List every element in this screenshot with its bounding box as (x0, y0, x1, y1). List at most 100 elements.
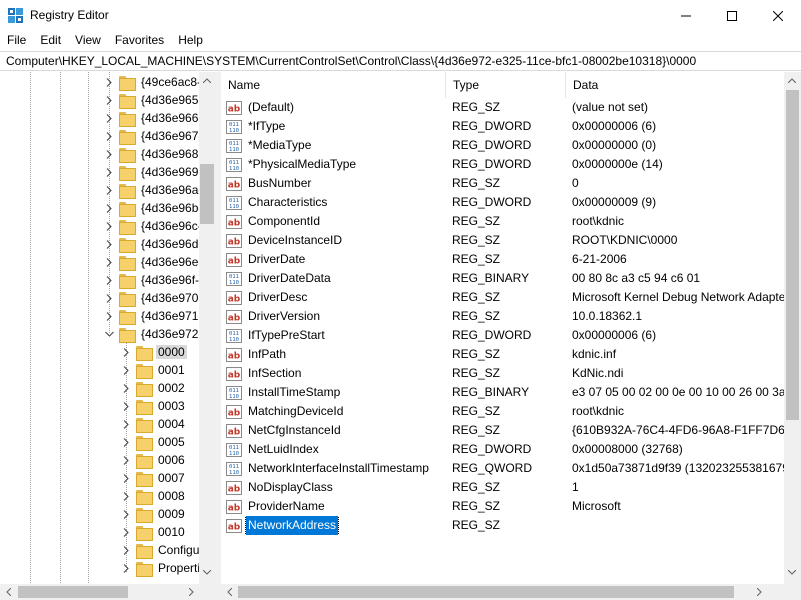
list-scroll-thumb[interactable] (786, 90, 799, 420)
close-button[interactable] (755, 0, 801, 31)
list-vertical-scrollbar[interactable] (784, 72, 801, 584)
scroll-down-icon[interactable] (199, 564, 215, 580)
menu-view[interactable]: View (68, 31, 108, 50)
list-hscroll-thumb[interactable] (238, 586, 734, 598)
tree-item[interactable]: {4d36e96b- (104, 199, 204, 217)
chevron-right-icon[interactable] (104, 275, 114, 285)
chevron-right-icon[interactable] (104, 149, 114, 159)
chevron-right-icon[interactable] (104, 185, 114, 195)
tree-item[interactable]: 0006 (121, 451, 187, 469)
column-header-type[interactable]: Type (446, 72, 566, 98)
chevron-right-icon[interactable] (121, 455, 131, 465)
address-bar[interactable]: Computer\HKEY_LOCAL_MACHINE\SYSTEM\Curre… (0, 51, 801, 71)
tree-item[interactable]: {4d36e96d- (104, 235, 204, 253)
tree-item[interactable]: {4d36e971- (104, 307, 204, 325)
chevron-right-icon[interactable] (104, 293, 114, 303)
chevron-right-icon[interactable] (104, 77, 114, 87)
column-header-data[interactable]: Data (566, 72, 784, 98)
chevron-right-icon[interactable] (121, 491, 131, 501)
table-row[interactable]: 011 110 *PhysicalMediaType REG_DWORD 0x00000… (221, 155, 801, 174)
chevron-right-icon[interactable] (121, 437, 131, 447)
tree-item[interactable]: {4d36e968- (104, 145, 204, 163)
table-row[interactable]: ab NetCfgInstanceId REG_SZ {610B932A-76C4-4… (221, 421, 801, 440)
table-row[interactable]: 011 110 DriverDateData REG_BINARY 00 80 8c a… (221, 269, 801, 288)
tree-item[interactable]: 0004 (121, 415, 187, 433)
scroll-left-icon[interactable] (0, 584, 16, 600)
table-row[interactable]: ab ProviderName REG_SZ Microsoft (221, 497, 801, 516)
menu-favorites[interactable]: Favorites (108, 31, 171, 50)
menu-edit[interactable]: Edit (33, 31, 68, 50)
table-row[interactable]: 011 110 *IfType REG_DWORD 0x00000006 (6) (221, 117, 801, 136)
maximize-button[interactable] (709, 0, 755, 31)
chevron-right-icon[interactable] (104, 113, 114, 123)
table-row[interactable]: ab DriverDesc REG_SZ Microsoft Kernel Debug… (221, 288, 801, 307)
chevron-right-icon[interactable] (121, 401, 131, 411)
minimize-button[interactable] (663, 0, 709, 31)
column-header-name[interactable]: Name (221, 72, 446, 98)
table-row[interactable]: ab DriverDate REG_SZ 6-21-2006 (221, 250, 801, 269)
scroll-up-icon[interactable] (199, 72, 215, 88)
tree-item[interactable]: {49ce6ac8-6 (104, 73, 210, 91)
tree-item[interactable]: 0007 (121, 469, 187, 487)
chevron-right-icon[interactable] (121, 419, 131, 429)
table-row[interactable]: ab (Default) REG_SZ (value not set) (221, 98, 801, 117)
table-row[interactable]: ab NetworkAddress REG_SZ (221, 516, 801, 535)
chevron-right-icon[interactable] (104, 203, 114, 213)
tree-item[interactable]: Properti (121, 559, 202, 577)
tree-item[interactable]: {4d36e96e- (104, 253, 204, 271)
chevron-right-icon[interactable] (104, 221, 114, 231)
table-row[interactable]: 011 110 Characteristics REG_DWORD 0x00000009… (221, 193, 801, 212)
scroll-up-icon[interactable] (784, 72, 800, 88)
table-row[interactable]: 011 110 IfTypePreStart REG_DWORD 0x00000006 … (221, 326, 801, 345)
chevron-down-icon[interactable] (104, 329, 114, 339)
tree-horizontal-scrollbar[interactable] (0, 584, 215, 600)
tree-item[interactable]: 0009 (121, 505, 187, 523)
chevron-right-icon[interactable] (121, 509, 131, 519)
scroll-left-icon[interactable] (221, 584, 237, 600)
scroll-down-icon[interactable] (784, 564, 800, 580)
table-row[interactable]: ab InfPath REG_SZ kdnic.inf (221, 345, 801, 364)
tree-item[interactable]: 0002 (121, 379, 187, 397)
chevron-right-icon[interactable] (121, 527, 131, 537)
chevron-right-icon[interactable] (104, 311, 114, 321)
tree-item[interactable]: {4d36e972- (104, 325, 204, 343)
chevron-right-icon[interactable] (121, 365, 131, 375)
chevron-right-icon[interactable] (104, 257, 114, 267)
table-row[interactable]: ab BusNumber REG_SZ 0 (221, 174, 801, 193)
address-path[interactable]: Computer\HKEY_LOCAL_MACHINE\SYSTEM\Curre… (6, 54, 696, 68)
table-row[interactable]: 011 110 InstallTimeStamp REG_BINARY e3 07 05… (221, 383, 801, 402)
tree-scroll-thumb[interactable] (200, 164, 214, 224)
tree-item[interactable]: {4d36e970- (104, 289, 204, 307)
key-tree[interactable]: {49ce6ac8-6 {4d36e965- {4d36e966- {4d36e967… (0, 72, 215, 600)
table-row[interactable]: 011 110 NetLuidIndex REG_DWORD 0x00008000 (3… (221, 440, 801, 459)
tree-item[interactable]: 0001 (121, 361, 187, 379)
chevron-right-icon[interactable] (121, 563, 131, 573)
table-row[interactable]: ab DriverVersion REG_SZ 10.0.18362.1 (221, 307, 801, 326)
tree-vertical-scrollbar[interactable] (199, 72, 215, 584)
table-row[interactable]: ab DeviceInstanceID REG_SZ ROOT\KDNIC\0000 (221, 231, 801, 250)
chevron-right-icon[interactable] (104, 167, 114, 177)
table-row[interactable]: ab InfSection REG_SZ KdNic.ndi (221, 364, 801, 383)
chevron-right-icon[interactable] (104, 131, 114, 141)
menu-help[interactable]: Help (171, 31, 210, 50)
tree-item[interactable]: {4d36e96c- (104, 217, 204, 235)
tree-item[interactable]: 0005 (121, 433, 187, 451)
tree-item[interactable]: {4d36e966- (104, 109, 204, 127)
chevron-right-icon[interactable] (121, 383, 131, 393)
list-horizontal-scrollbar[interactable] (221, 584, 801, 600)
tree-item[interactable]: 0010 (121, 523, 187, 541)
table-row[interactable]: ab MatchingDeviceId REG_SZ root\kdnic (221, 402, 801, 421)
tree-item[interactable]: {4d36e969- (104, 163, 204, 181)
table-row[interactable]: 011 110 NetworkInterfaceInstallTimestamp RE… (221, 459, 801, 478)
tree-item[interactable]: {4d36e96f-e (104, 271, 208, 289)
tree-item[interactable]: {4d36e96a- (104, 181, 204, 199)
scroll-right-icon[interactable] (751, 584, 767, 600)
scroll-right-icon[interactable] (183, 584, 199, 600)
values-list[interactable]: Name Type Data ab (Default) REG_SZ (value n… (221, 72, 801, 600)
tree-item[interactable]: {4d36e967- (104, 127, 204, 145)
tree-item[interactable]: 0003 (121, 397, 187, 415)
table-row[interactable]: ab NoDisplayClass REG_SZ 1 (221, 478, 801, 497)
tree-item[interactable]: Configu (121, 541, 201, 559)
chevron-right-icon[interactable] (121, 473, 131, 483)
tree-hscroll-thumb[interactable] (18, 586, 128, 598)
